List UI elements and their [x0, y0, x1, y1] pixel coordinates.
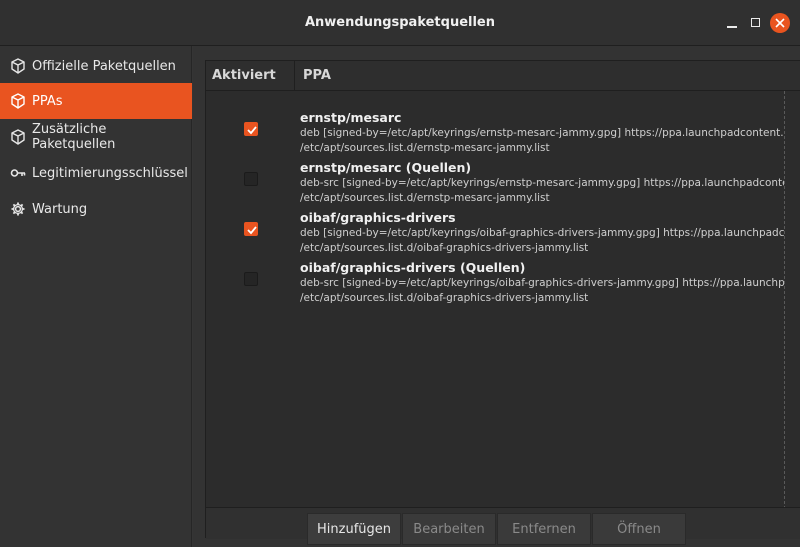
- window-title: Anwendungspaketquellen: [304, 15, 496, 30]
- ppa-name: oibaf/graphics-drivers: [300, 210, 456, 225]
- sidebar-item-additional[interactable]: Zusätzliche Paketquellen: [0, 119, 192, 155]
- package-icon: [10, 93, 26, 109]
- sidebar-item-label: PPAs: [32, 93, 63, 109]
- sidebar-item-official[interactable]: Offizielle Paketquellen: [0, 48, 192, 84]
- ppa-file-path: /etc/apt/sources.list.d/oibaf-graphics-d…: [300, 292, 589, 304]
- ppa-file-path: /etc/apt/sources.list.d/ernstp-mesarc-ja…: [300, 142, 550, 154]
- minimize-button[interactable]: [722, 13, 742, 33]
- package-icon: [10, 129, 26, 145]
- ppa-name: ernstp/mesarc: [300, 110, 402, 125]
- sidebar-item-keys[interactable]: Legitimierungsschlüssel: [0, 155, 192, 191]
- key-icon: [10, 165, 26, 181]
- list-toolbar: Hinzufügen Bearbeiten Entfernen Öffnen: [206, 507, 800, 545]
- sidebar-item-label: Zusätzliche Paketquellen: [32, 122, 116, 152]
- sidebar-item-label: Offizielle Paketquellen: [32, 58, 176, 74]
- ppa-source-line: deb-src [signed-by=/etc/apt/keyrings/ern…: [300, 177, 784, 189]
- ppa-name: ernstp/mesarc (Quellen): [300, 160, 472, 175]
- minimize-icon: [727, 26, 737, 28]
- enabled-checkbox[interactable]: [244, 122, 258, 136]
- add-button[interactable]: Hinzufügen: [307, 513, 401, 545]
- column-divider: [784, 91, 785, 509]
- sidebar: Offizielle Paketquellen PPAs Zusätzliche…: [0, 46, 192, 547]
- ppa-source-line: deb [signed-by=/etc/apt/keyrings/oibaf-g…: [300, 227, 784, 239]
- table-row[interactable]: oibaf/graphics-drivers (Quellen) deb-src…: [206, 255, 784, 305]
- ppa-source-line: deb-src [signed-by=/etc/apt/keyrings/oib…: [300, 277, 784, 289]
- ppa-name: oibaf/graphics-drivers (Quellen): [300, 260, 526, 275]
- ppa-source-line: deb [signed-by=/etc/apt/keyrings/ernstp-…: [300, 127, 784, 139]
- checkmark-icon: [247, 126, 257, 135]
- maximize-button[interactable]: [746, 13, 766, 33]
- close-button[interactable]: [770, 13, 790, 33]
- main-content: Aktiviert PPA ernstp/mesarc deb [signed-…: [193, 46, 800, 547]
- checkmark-icon: [247, 226, 257, 235]
- edit-button[interactable]: Bearbeiten: [402, 513, 496, 545]
- sidebar-item-ppas[interactable]: PPAs: [0, 83, 192, 119]
- maximize-icon: [751, 18, 760, 27]
- sidebar-item-maintenance[interactable]: Wartung: [0, 191, 192, 227]
- gear-icon: [10, 201, 26, 217]
- table-row[interactable]: ernstp/mesarc (Quellen) deb-src [signed-…: [206, 155, 784, 205]
- table-row[interactable]: oibaf/graphics-drivers deb [signed-by=/e…: [206, 205, 784, 255]
- enabled-checkbox[interactable]: [244, 222, 258, 236]
- remove-button[interactable]: Entfernen: [497, 513, 591, 545]
- close-icon: [775, 18, 785, 28]
- app-window: Anwendungspaketquellen Offizielle Paketq…: [0, 0, 800, 547]
- open-button[interactable]: Öffnen: [592, 513, 686, 545]
- sidebar-item-label: Legitimierungsschlüssel: [32, 165, 188, 181]
- ppa-file-path: /etc/apt/sources.list.d/ernstp-mesarc-ja…: [300, 192, 550, 204]
- ppa-file-path: /etc/apt/sources.list.d/oibaf-graphics-d…: [300, 242, 589, 254]
- sidebar-item-label: Wartung: [32, 201, 88, 217]
- table-header: Aktiviert PPA: [206, 61, 800, 91]
- column-header-ppa[interactable]: PPA: [303, 61, 783, 91]
- ppa-list-panel: Aktiviert PPA ernstp/mesarc deb [signed-…: [205, 60, 800, 545]
- package-icon: [10, 58, 26, 74]
- enabled-checkbox[interactable]: [244, 172, 258, 186]
- table-row[interactable]: ernstp/mesarc deb [signed-by=/etc/apt/ke…: [206, 105, 784, 155]
- ppa-list[interactable]: ernstp/mesarc deb [signed-by=/etc/apt/ke…: [206, 91, 784, 509]
- title-bar[interactable]: Anwendungspaketquellen: [0, 0, 800, 46]
- column-header-enabled[interactable]: Aktiviert: [206, 61, 295, 91]
- enabled-checkbox[interactable]: [244, 272, 258, 286]
